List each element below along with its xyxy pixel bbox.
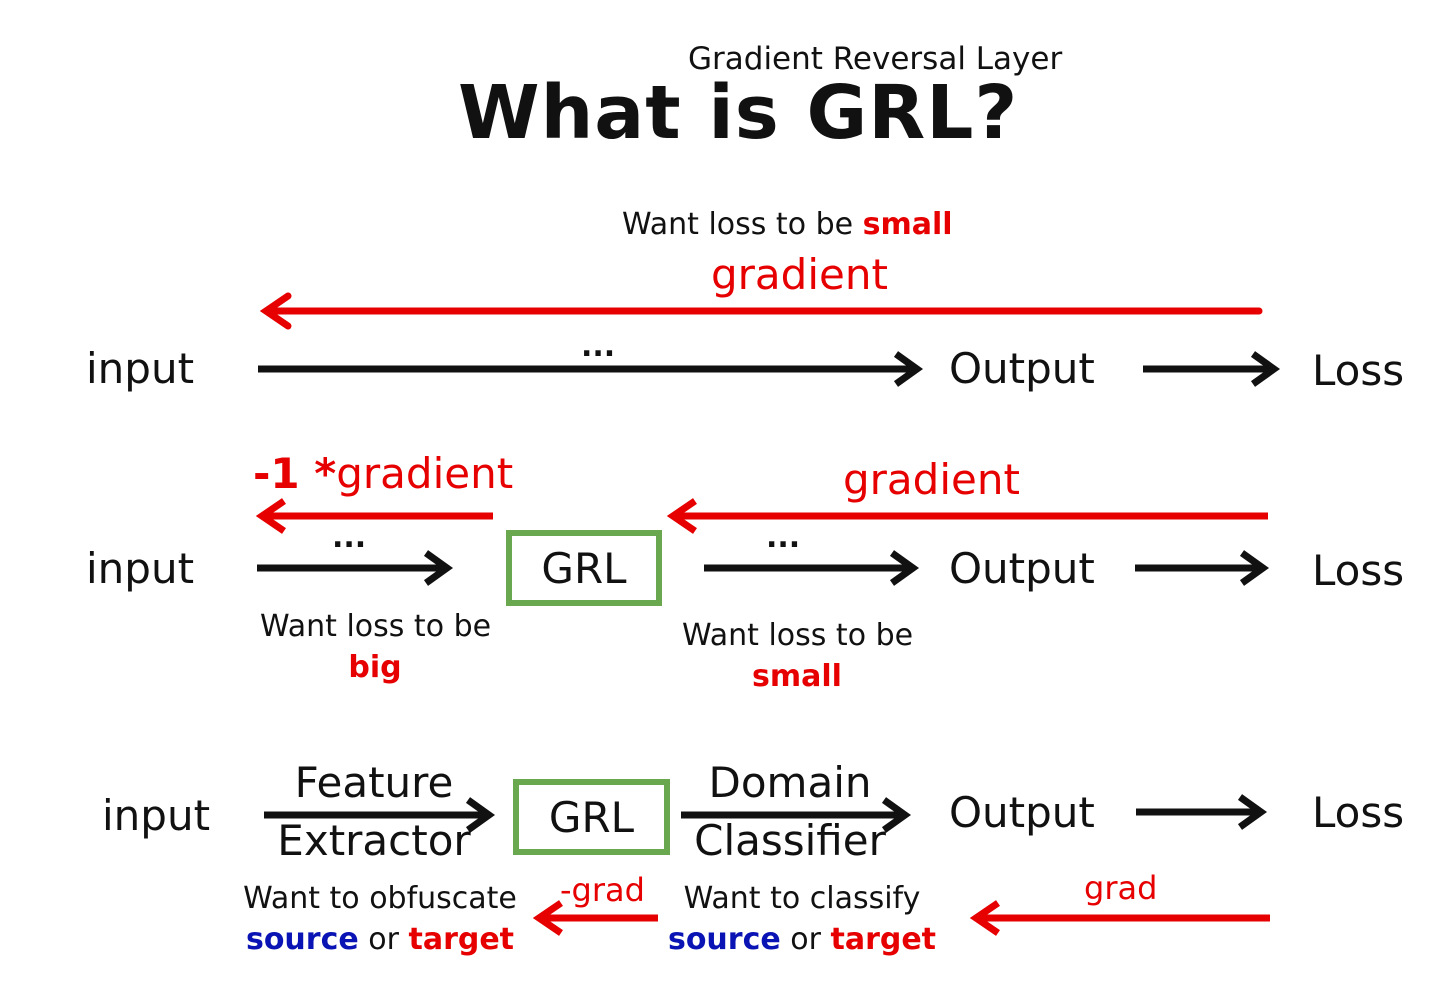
row2-output-label: Output — [949, 544, 1095, 593]
row2-grl-output-arrow — [704, 550, 920, 586]
row2-input-grl-arrow — [257, 550, 454, 586]
row3-grl-box: GRL — [513, 779, 670, 855]
row3-output-loss-arrow — [1136, 794, 1268, 830]
row3-grl-label: GRL — [548, 792, 635, 842]
row2-neg-prefix: -1 * — [253, 449, 337, 498]
row2-left-want: Want loss to be — [260, 609, 492, 644]
row3-left-target: target — [408, 922, 515, 957]
row1-want-prefix: Want loss to be — [622, 207, 863, 242]
row2-input-label: input — [86, 544, 195, 593]
row3-feature-label-1: Feature — [294, 758, 454, 807]
row3-domain-label-1: Domain — [708, 758, 872, 807]
row1-input-label: input — [86, 344, 195, 393]
row2-dots-left: ... — [332, 520, 367, 555]
row3-domain-label-2: Classifier — [694, 816, 886, 865]
row1-loss-label: Loss — [1312, 346, 1405, 395]
row2-dots-right: ... — [766, 520, 801, 555]
row3-right-target: target — [830, 922, 937, 957]
row2-gradient-label: gradient — [843, 455, 1020, 504]
row3-left-source: source — [245, 922, 359, 957]
row2-left-word: big — [348, 650, 402, 685]
row3-grad-label: grad — [1084, 869, 1158, 907]
row2-grl-box: GRL — [506, 530, 662, 606]
row1-output-label: Output — [949, 344, 1095, 393]
row2-grl-label: GRL — [541, 543, 627, 593]
row3-neg-grad-label: -grad — [560, 871, 645, 909]
row2-neg-gradient-label: -1 *gradient — [253, 453, 513, 495]
row3-right-source: source — [667, 922, 781, 957]
row1-want-text: Want loss to be small — [622, 210, 953, 240]
row2-output-loss-arrow — [1135, 550, 1270, 586]
row3-left-domains: source or target — [240, 925, 520, 955]
row3-feature-label-2: Extractor — [277, 816, 471, 865]
row2-loss-label: Loss — [1312, 546, 1405, 595]
row1-want-word: small — [862, 207, 953, 242]
row3-left-want: Want to obfuscate — [243, 881, 517, 916]
row1-gradient-label: gradient — [711, 250, 888, 299]
row3-left-or: or — [358, 922, 409, 957]
row3-input-label: input — [102, 791, 211, 840]
row3-grad-arrow — [969, 900, 1270, 936]
row3-loss-label: Loss — [1312, 788, 1405, 837]
row2-neg-gradient-arrow — [255, 498, 493, 534]
row2-right-want: Want loss to be — [682, 618, 914, 653]
row3-output-label: Output — [949, 788, 1095, 837]
row1-dots: ... — [581, 329, 616, 364]
row2-gradient-arrow — [666, 498, 1268, 534]
row2-right-word: small — [752, 659, 842, 694]
row1-output-loss-arrow — [1143, 351, 1281, 387]
row3-right-domains: source or target — [662, 925, 942, 955]
row2-neg-gradient-word: gradient — [336, 449, 514, 498]
row3-right-or: or — [780, 922, 831, 957]
row1-gradient-arrow — [259, 292, 1263, 330]
row3-right-want: Want to classify — [683, 881, 921, 916]
